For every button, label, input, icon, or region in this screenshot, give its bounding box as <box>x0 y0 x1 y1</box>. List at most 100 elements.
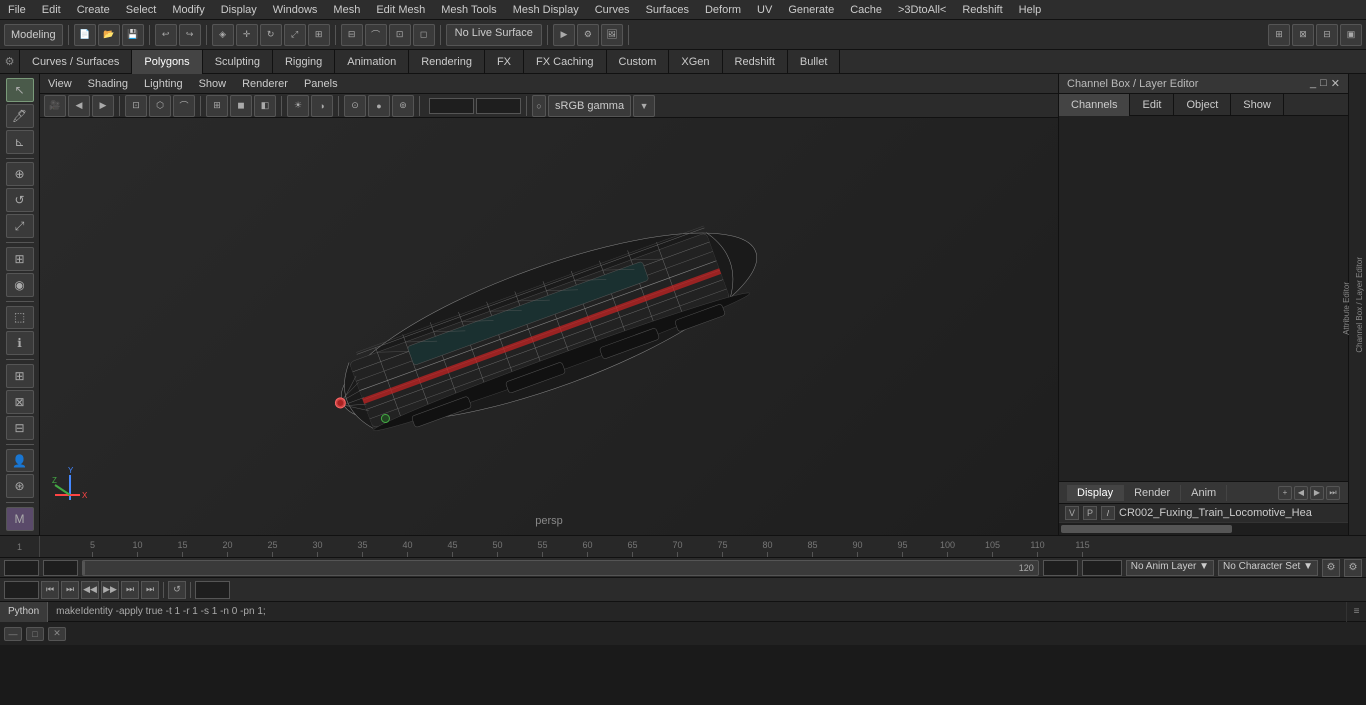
snap-point-btn[interactable]: ⊡ <box>389 24 411 46</box>
tab-custom[interactable]: Custom <box>607 50 670 74</box>
tab-animation[interactable]: Animation <box>335 50 409 74</box>
vp-menu-show[interactable]: Show <box>191 76 235 92</box>
workspace-dropdown[interactable]: Modeling <box>4 24 63 46</box>
pb-play-back[interactable]: ◀◀ <box>81 581 99 599</box>
soft-select-btn[interactable]: ◉ <box>6 273 34 297</box>
layers-end-btn[interactable]: ⏭ <box>1326 486 1340 500</box>
vp-menu-lighting[interactable]: Lighting <box>136 76 191 92</box>
cb-tab-channels[interactable]: Channels <box>1059 94 1130 116</box>
frame-start-input[interactable]: 1 <box>4 560 39 576</box>
layer-vis-p[interactable]: P <box>1083 506 1097 520</box>
max-frames-input[interactable]: 200 <box>1082 560 1122 576</box>
vp-textured-btn[interactable]: ◧ <box>254 95 276 117</box>
vp-menu-view[interactable]: View <box>40 76 80 92</box>
layer-tab-anim[interactable]: Anim <box>1181 485 1227 501</box>
pb-goto-start[interactable]: ⏮ <box>41 581 59 599</box>
save-file-btn[interactable]: 💾 <box>122 24 144 46</box>
vp-xray-btn[interactable]: ⊚ <box>392 95 414 117</box>
select-tool-btn[interactable]: ◈ <box>212 24 234 46</box>
vp-cam-prev-btn[interactable]: ◀ <box>68 95 90 117</box>
vp-menu-renderer[interactable]: Renderer <box>234 76 296 92</box>
rotate-btn[interactable]: ↺ <box>6 188 34 212</box>
pb-goto-end[interactable]: ⏭ <box>141 581 159 599</box>
tab-rigging[interactable]: Rigging <box>273 50 335 74</box>
tab-sculpting[interactable]: Sculpting <box>203 50 273 74</box>
channel-box-maximize[interactable]: □ <box>1320 77 1327 90</box>
move-tool-btn[interactable]: ✛ <box>236 24 258 46</box>
rotate-tool-btn[interactable]: ↻ <box>260 24 282 46</box>
viewport[interactable]: View Shading Lighting Show Renderer Pane… <box>40 74 1058 535</box>
menu-mesh-tools[interactable]: Mesh Tools <box>433 2 504 18</box>
custom-btn-3[interactable]: ⊟ <box>6 416 34 440</box>
layer-type-btn[interactable]: / <box>1101 506 1115 520</box>
custom-btn-1[interactable]: ⊞ <box>6 364 34 388</box>
info-btn[interactable]: ℹ <box>6 331 34 355</box>
layer-tab-render[interactable]: Render <box>1124 485 1181 501</box>
tab-fx[interactable]: FX <box>485 50 524 74</box>
frame-slider[interactable]: 120 <box>82 560 1039 576</box>
char-set-dropdown[interactable]: No Character Set ▼ <box>1218 560 1318 576</box>
right-btn-2[interactable]: ⊠ <box>1292 24 1314 46</box>
undo-btn[interactable]: ↩ <box>155 24 177 46</box>
scale-btn[interactable]: ⤢ <box>6 214 34 238</box>
status-menu-icon[interactable]: ≡ <box>1346 602 1366 622</box>
vp-solid-btn[interactable]: ◼ <box>230 95 252 117</box>
menu-windows[interactable]: Windows <box>265 2 326 18</box>
win-minimize-btn[interactable]: — <box>4 627 22 641</box>
rivet-btn[interactable]: ⊛ <box>6 474 34 498</box>
vp-shadow-btn[interactable]: ◑ <box>311 95 333 117</box>
render-btn[interactable]: ▶ <box>553 24 575 46</box>
frame-end-input[interactable]: 120 <box>1043 560 1078 576</box>
menu-surfaces[interactable]: Surfaces <box>638 2 697 18</box>
open-file-btn[interactable]: 📂 <box>98 24 120 46</box>
menu-help[interactable]: Help <box>1011 2 1050 18</box>
lasso-select-btn[interactable]: ⊾ <box>6 130 34 154</box>
tab-redshift[interactable]: Redshift <box>723 50 788 74</box>
render-settings-btn[interactable]: ⚙ <box>577 24 599 46</box>
frame-current-input[interactable]: 1 <box>43 560 78 576</box>
snap-surface-btn[interactable]: ◻ <box>413 24 435 46</box>
custom-btn-2[interactable]: ⊠ <box>6 390 34 414</box>
vp-pos-x-input[interactable]: 0.00 <box>429 98 474 114</box>
tabs-settings-icon[interactable]: ⚙ <box>0 50 20 74</box>
vp-ao-btn[interactable]: ● <box>368 95 390 117</box>
pb-play-fwd[interactable]: ▶▶ <box>101 581 119 599</box>
layers-scrollbar-h[interactable] <box>1059 523 1348 535</box>
menu-select[interactable]: Select <box>118 2 165 18</box>
pb-loop-btn[interactable]: ↺ <box>168 581 186 599</box>
right-btn-1[interactable]: ⊞ <box>1268 24 1290 46</box>
tab-fx-caching[interactable]: FX Caching <box>524 50 606 74</box>
vp-cam-next-btn[interactable]: ▶ <box>92 95 114 117</box>
menu-edit-mesh[interactable]: Edit Mesh <box>368 2 433 18</box>
menu-cache[interactable]: Cache <box>842 2 890 18</box>
vp-wireframe-btn[interactable]: ⊞ <box>206 95 228 117</box>
vp-aa-btn[interactable]: ⊙ <box>344 95 366 117</box>
right-btn-4[interactable]: ▣ <box>1340 24 1362 46</box>
vp-select-mask-btn[interactable]: ⊡ <box>125 95 147 117</box>
tab-polygons[interactable]: Polygons <box>132 50 202 74</box>
layer-vis-v[interactable]: V <box>1065 506 1079 520</box>
pb-step-back[interactable]: ⏭ <box>61 581 79 599</box>
tab-rendering[interactable]: Rendering <box>409 50 485 74</box>
tab-bullet[interactable]: Bullet <box>788 50 841 74</box>
vp-gamma-icon[interactable]: ○ <box>532 95 546 117</box>
snap-grid-btn[interactable]: ⊟ <box>341 24 363 46</box>
vp-camera-btn[interactable]: 🎥 <box>44 95 66 117</box>
menu-generate[interactable]: Generate <box>780 2 842 18</box>
move-btn[interactable]: ⊕ <box>6 162 34 186</box>
win-close-btn[interactable]: ✕ <box>48 627 66 641</box>
live-surface-btn[interactable]: No Live Surface <box>446 24 542 46</box>
vp-pos-y-input[interactable]: 1.00 <box>476 98 521 114</box>
menu-display[interactable]: Display <box>213 2 265 18</box>
menu-uv[interactable]: UV <box>749 2 780 18</box>
vp-light-btn[interactable]: ☀ <box>287 95 309 117</box>
menu-create[interactable]: Create <box>69 2 118 18</box>
snap-btn[interactable]: ⊞ <box>6 247 34 271</box>
channel-box-minimize[interactable]: _ <box>1310 77 1316 90</box>
right-edge-channel-box[interactable]: Channel Box / Layer Editor <box>1353 253 1366 357</box>
cb-tab-object[interactable]: Object <box>1174 94 1231 116</box>
redo-btn[interactable]: ↪ <box>179 24 201 46</box>
pb-frame-start[interactable]: 1 <box>4 581 39 599</box>
viewport-canvas-area[interactable]: Y X Z persp <box>40 118 1058 535</box>
menu-file[interactable]: File <box>0 2 34 18</box>
